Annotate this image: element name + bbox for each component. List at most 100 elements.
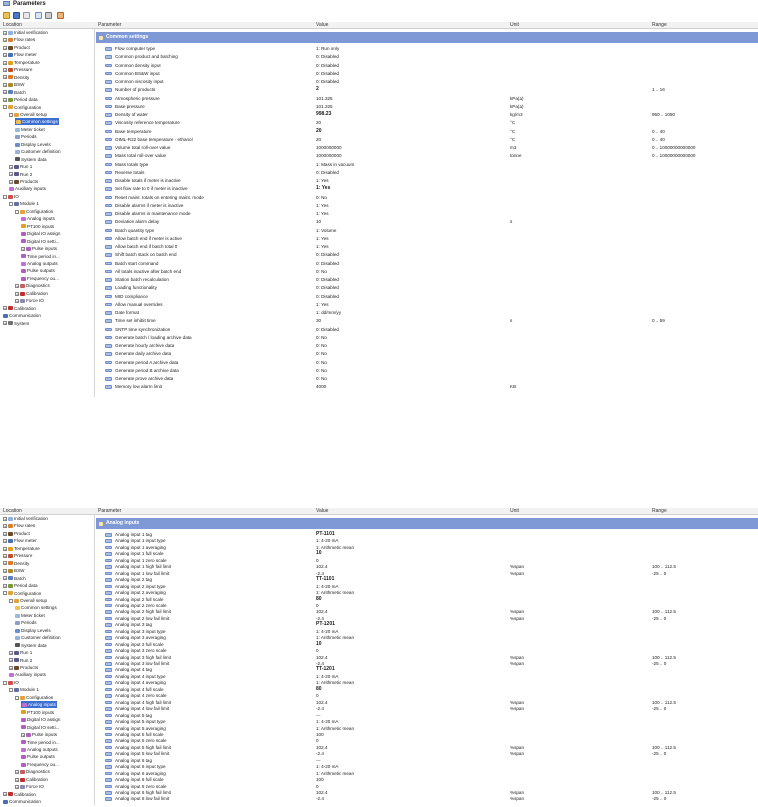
tree-item[interactable]: Common settings — [15, 118, 59, 126]
expand-icon[interactable]: + — [3, 583, 7, 588]
tree-item[interactable]: + Batch — [3, 575, 26, 582]
parameter-value[interactable]: 1: 4-20 mA — [316, 538, 338, 544]
tree-item[interactable]: + Product — [3, 530, 30, 537]
table-row[interactable]: Analog input 1 tag PT-1101 — [96, 531, 758, 538]
table-row[interactable]: Disable totals if meter is inactive 1: Ye… — [96, 178, 758, 184]
expand-icon[interactable]: + — [3, 531, 7, 536]
table-row[interactable]: Analog input 6 averaging 1: Arithmetic me… — [96, 771, 758, 777]
parameter-value[interactable]: 0: Disabled — [316, 327, 339, 333]
tree-item[interactable]: Display Levels — [15, 627, 51, 634]
parameter-value[interactable]: 10 — [316, 551, 322, 557]
tree-item[interactable]: - Configuration — [15, 694, 53, 701]
table-row[interactable]: Analog input 6 high fail limit 102.4 %span… — [96, 790, 758, 796]
tree-item[interactable]: Communication — [3, 312, 41, 319]
tree-item[interactable]: - Configuration — [3, 590, 41, 597]
parameter-value[interactable]: 0 — [316, 784, 319, 790]
parameter-value[interactable]: 20 — [316, 120, 321, 126]
tree-item[interactable]: + Calibration — [15, 776, 48, 783]
expand-icon[interactable]: + — [15, 784, 19, 789]
tree-item[interactable]: PT100 inputs — [21, 223, 54, 230]
table-row[interactable]: OIML-R22 base temperature - ethanol 20 °C 0… — [96, 137, 758, 143]
tree-item[interactable]: Analog outputs — [21, 746, 58, 753]
table-row[interactable]: Analog input 5 averaging 1: Arithmetic me… — [96, 726, 758, 732]
column-value[interactable]: Value — [316, 508, 328, 514]
tree-item[interactable]: + Period data — [3, 582, 38, 589]
table-row[interactable]: Analog input 3 zero scale 0 — [96, 648, 758, 654]
expand-icon[interactable]: + — [3, 792, 7, 797]
parameter-value[interactable]: 0: No — [316, 195, 327, 201]
table-row[interactable]: Analog input 2 zero scale 0 — [96, 603, 758, 609]
table-row[interactable]: Analog input 6 tag --- — [96, 758, 758, 764]
parameter-value[interactable]: PT-1101 — [316, 531, 335, 538]
table-row[interactable]: Common density input 0: Disabled — [96, 63, 758, 69]
parameter-value[interactable]: PT-1201 — [316, 622, 335, 628]
tree-item[interactable]: + Flow meter — [3, 537, 37, 544]
table-row[interactable]: Analog input 3 full scale 10 — [96, 641, 758, 648]
column-location[interactable]: Location — [3, 508, 22, 514]
collapse-icon[interactable]: - — [3, 680, 7, 685]
tree-item[interactable]: Analog outputs — [21, 260, 58, 267]
table-row[interactable]: Base temperature 20 °C 0 .. 40 — [96, 128, 758, 135]
tree-item[interactable]: - Module 1 — [9, 200, 39, 207]
tree-item[interactable]: Periods — [15, 133, 37, 140]
tree-item[interactable]: - IO — [3, 193, 19, 200]
parameter-value[interactable]: 100 — [316, 777, 324, 783]
tree-item[interactable]: + Pulse inputs — [21, 731, 57, 738]
table-row[interactable]: Disable alarms in maintenance mode 1: Yes — [96, 211, 758, 217]
parameter-value[interactable]: 1: Yes — [316, 178, 329, 184]
table-row[interactable]: Generate period B archive data 0: No — [96, 368, 758, 374]
parameter-value[interactable]: 1: Arithmetic mean — [316, 726, 354, 732]
tree-item[interactable]: + Diagnostics — [15, 768, 50, 775]
expand-icon[interactable]: + — [15, 777, 19, 782]
parameter-value[interactable]: 80 — [316, 686, 322, 693]
table-row[interactable]: Allow batch end if meter is active 1: Yes — [96, 236, 758, 242]
table-row[interactable]: Mass totals type 1: Mass in vacuum — [96, 162, 758, 168]
table-row[interactable]: Analog input 4 low fail limit -2.4 %span -2… — [96, 706, 758, 712]
parameter-value[interactable]: TT-1201 — [316, 667, 335, 673]
expand-icon[interactable]: + — [3, 306, 7, 311]
tree-item[interactable]: - Configuration — [15, 208, 53, 215]
table-row[interactable]: Number of products 2 1 .. 16 — [96, 87, 758, 93]
parameter-value[interactable]: 20 — [316, 128, 322, 135]
collapse-icon[interactable]: - — [9, 598, 13, 603]
parameter-value[interactable]: 1: 4-20 mA — [316, 674, 338, 680]
parameter-value[interactable]: 10 — [316, 219, 321, 225]
parameter-value[interactable]: 20 — [316, 137, 321, 143]
table-row[interactable]: Analog input 6 full scale 100 — [96, 777, 758, 783]
tree-item[interactable]: + Calibration — [3, 791, 36, 798]
tree-item[interactable]: Periods — [15, 619, 37, 626]
table-row[interactable]: Analog input 3 input type 1: 4-20 mA — [96, 629, 758, 635]
table-row[interactable]: Allow manual overrides 1: Yes — [96, 302, 758, 308]
table-row[interactable]: Analog input 5 input type 1: 4-20 mA — [96, 719, 758, 725]
table-row[interactable]: All totals inactive after batch end 0: No — [96, 269, 758, 275]
parameter-value[interactable]: 0: No — [316, 351, 327, 357]
parameter-value[interactable]: 102.4 — [316, 700, 328, 706]
parameter-value[interactable]: 0: No — [316, 376, 327, 382]
expand-icon[interactable]: + — [3, 321, 7, 326]
tree-item[interactable]: + Calibration — [15, 290, 48, 297]
collapse-icon[interactable]: - — [15, 695, 19, 700]
expand-icon[interactable]: + — [3, 60, 7, 65]
parameter-value[interactable]: 102.4 — [316, 609, 328, 615]
tree-splitter[interactable] — [94, 29, 95, 397]
tree-item[interactable]: Time period in... — [21, 739, 60, 746]
parameter-value[interactable]: 0: No — [316, 360, 327, 366]
table-row[interactable]: Analog input 6 input type 1: 4-20 mA — [96, 764, 758, 770]
parameter-value[interactable]: 0: Disabled — [316, 252, 339, 258]
expand-icon[interactable]: + — [9, 164, 13, 169]
table-row[interactable]: Station batch recalculation 0: Disabled — [96, 277, 758, 283]
tree-item[interactable]: Frequency ou... — [21, 761, 59, 768]
table-row[interactable]: Analog input 2 high fail limit 102.4 %span… — [96, 609, 758, 615]
parameter-value[interactable]: 0 — [316, 603, 319, 609]
collapse-icon[interactable]: - — [3, 105, 7, 110]
parameter-value[interactable]: 10 — [316, 641, 322, 648]
tree-item[interactable]: Display Levels — [15, 141, 51, 148]
table-row[interactable]: Analog input 6 low fail limit -2.4 %span -2… — [96, 796, 758, 802]
tree-item[interactable]: Digital IO assign — [21, 716, 60, 723]
table-row[interactable]: Batch quantity type 1: Volume — [96, 228, 758, 234]
table-row[interactable]: Memory low alarm limit 4000 KB — [96, 384, 758, 390]
parameter-value[interactable]: 0: No — [316, 343, 327, 349]
expand-icon[interactable]: + — [3, 90, 7, 95]
parameter-value[interactable]: 1: Arithmetic mean — [316, 771, 354, 777]
parameter-value[interactable]: 0: Disabled — [316, 294, 339, 300]
